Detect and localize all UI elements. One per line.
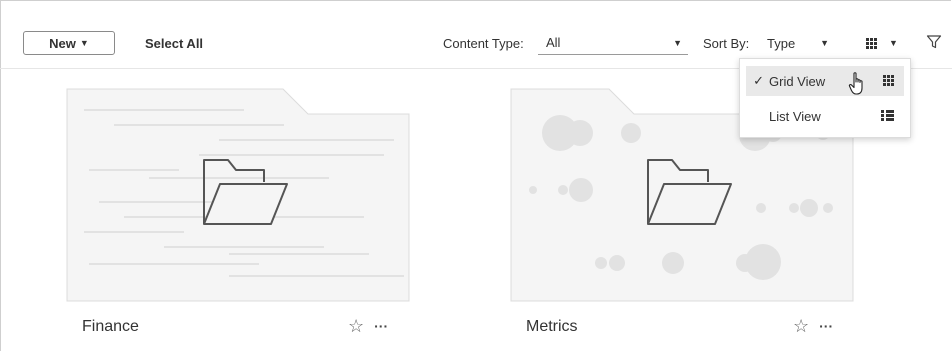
hand-pointer-cursor-icon (848, 72, 863, 95)
caret-down-icon: ▼ (79, 38, 89, 48)
caret-down-icon: ▼ (889, 38, 898, 48)
menu-item-list-view[interactable]: List View (746, 101, 904, 131)
favorite-star-icon[interactable]: ☆ (348, 317, 364, 335)
view-mode-toggle[interactable]: ▼ (860, 31, 912, 55)
menu-item-label: Grid View (769, 73, 826, 89)
menu-item-grid-view[interactable]: ✓ Grid View (746, 66, 904, 96)
favorite-star-icon[interactable]: ☆ (793, 317, 809, 335)
new-button[interactable]: New ▼ (23, 31, 115, 55)
card-actions: ☆ ··· (348, 317, 388, 335)
select-all-link[interactable]: Select All (145, 36, 203, 51)
grid-icon (883, 75, 894, 86)
sort-by-label: Sort By: (703, 36, 750, 51)
card-title[interactable]: Metrics (526, 318, 578, 336)
new-button-label: New (49, 35, 76, 51)
menu-item-label: List View (769, 108, 821, 124)
more-actions-icon[interactable]: ··· (819, 317, 833, 335)
card-actions: ☆ ··· (793, 317, 833, 335)
grid-icon (866, 37, 877, 49)
list-icon (881, 110, 894, 121)
content-type-value: All (546, 35, 561, 50)
caret-down-icon: ▼ (673, 37, 682, 48)
more-actions-icon[interactable]: ··· (374, 317, 388, 335)
card-title[interactable]: Finance (82, 318, 139, 336)
content-type-select[interactable]: All ▼ (538, 31, 688, 55)
sort-by-select[interactable]: Type ▼ (765, 31, 833, 55)
view-mode-menu: ✓ Grid View List View (739, 58, 911, 138)
caret-down-icon: ▼ (820, 38, 829, 48)
folder-thumbnail (66, 88, 410, 302)
sort-by-value: Type (767, 35, 796, 51)
content-type-label: Content Type: (443, 36, 524, 51)
filter-icon[interactable] (926, 34, 942, 50)
check-icon: ✓ (753, 73, 764, 88)
